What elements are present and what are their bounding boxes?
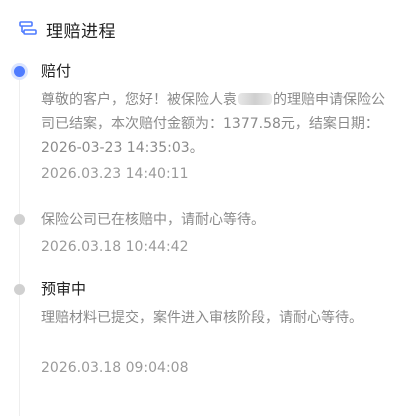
timeline-item-desc: 保险公司已在核赔中，请耐心等待。	[41, 212, 265, 228]
desc-part-1: 尊敬的客户，您好！被保险人袁	[41, 92, 237, 108]
timeline-item-title: 预审中	[41, 280, 87, 298]
timeline-item-time: 2026.03.18 10:44:42	[41, 239, 189, 255]
timeline-dot	[14, 214, 25, 225]
timeline-dot	[14, 284, 25, 295]
timeline-item-desc: 尊敬的客户，您好！被保险人袁 的理赔申请保险公司已结案，本次赔付金额为：1377.…	[41, 88, 387, 160]
timeline-dot-active	[14, 66, 25, 77]
header: 理赔进程	[18, 14, 116, 44]
redacted-name	[238, 93, 272, 105]
timeline-line	[19, 76, 20, 416]
timeline-item-time: 2026.03.18 09:04:08	[41, 360, 189, 376]
timeline-item-title: 赔付	[41, 62, 72, 80]
timeline-item-desc: 理赔材料已提交，案件进入审核阶段，请耐心等待。	[41, 310, 363, 326]
process-icon	[18, 19, 38, 39]
timeline-item-time: 2026.03.23 14:40:11	[41, 166, 189, 182]
page-title: 理赔进程	[46, 21, 116, 42]
